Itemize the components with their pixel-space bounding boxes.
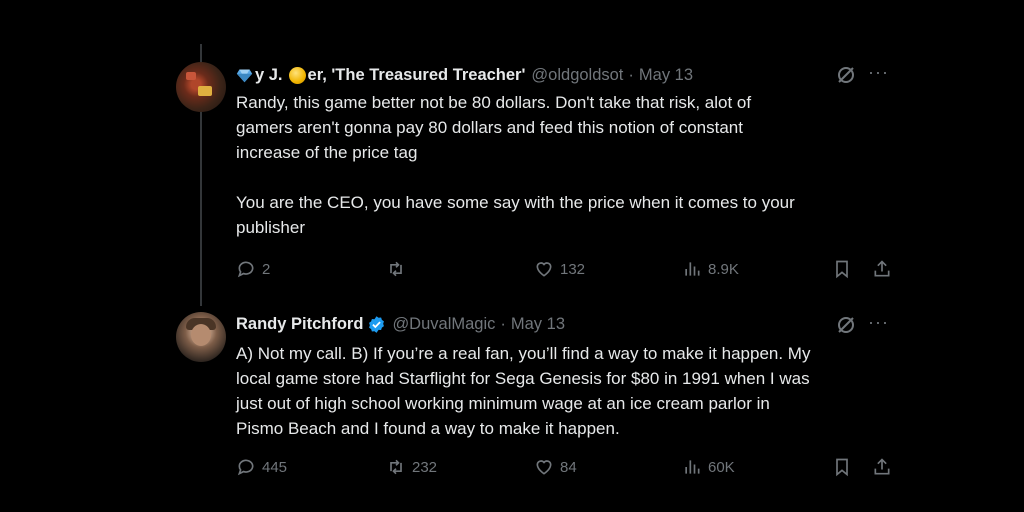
display-name[interactable]: Randy Pitchford	[236, 315, 363, 334]
more-options-icon[interactable]: ···	[868, 312, 889, 333]
share-button[interactable]	[872, 457, 892, 477]
grok-icon[interactable]	[836, 315, 856, 335]
text-line: Pismo Beach and I found a way to make it…	[236, 419, 620, 438]
user-handle[interactable]: @DuvalMagic	[392, 315, 495, 334]
retweet-button[interactable]: 232	[386, 457, 437, 477]
text-line: just out of high school working minimum …	[236, 394, 770, 413]
tweet-text: A) Not my call. B) If you’re a real fan,…	[236, 341, 896, 441]
bookmark-icon	[836, 458, 848, 477]
separator-dot: ·	[500, 314, 506, 333]
text-line: A) Not my call. B) If you’re a real fan,…	[236, 344, 811, 363]
view-count: 60K	[708, 458, 735, 476]
share-icon	[874, 458, 890, 475]
like-button[interactable]: 84	[534, 457, 577, 477]
retweet-count: 232	[412, 458, 438, 476]
tweet-actions: 445 232 84 60K	[236, 457, 896, 479]
reply-count: 445	[262, 458, 288, 476]
bookmark-button[interactable]	[832, 457, 852, 477]
reply-icon	[237, 459, 254, 476]
verified-badge-icon[interactable]	[367, 315, 386, 334]
views-button[interactable]: 60K	[682, 457, 735, 477]
timestamp[interactable]: May 13	[511, 315, 565, 334]
retweet-icon	[390, 459, 402, 475]
like-count: 84	[560, 458, 577, 476]
views-chart-icon	[685, 460, 700, 474]
heart-icon	[536, 460, 552, 475]
tweet-duvalmagic[interactable]: Randy Pitchford @DuvalMagic · May 13 ···…	[176, 0, 896, 512]
avatar[interactable]	[176, 312, 226, 362]
reply-button[interactable]: 445	[236, 457, 287, 477]
text-line: local game store had Starflight for Sega…	[236, 369, 810, 388]
